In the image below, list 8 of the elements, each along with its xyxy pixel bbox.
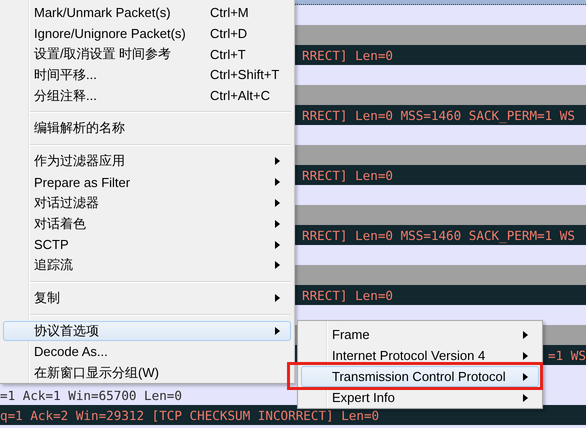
packet-info-text: RRECT] Len=0 MSS=1460 SACK_PERM=1 WS [302, 108, 575, 122]
packet-info-text: RRECT] Len=0 [302, 168, 393, 182]
packet-info-text: RRECT] Len=0 [302, 288, 393, 302]
packet-info-text: =1 WS [548, 348, 586, 362]
packet-info-text: RRECT] Len=0 MSS=1460 SACK_PERM=1 WS [302, 228, 575, 242]
packet-info-text: =1 Ack=1 Win=65700 Len=0 [0, 388, 182, 402]
packet-info-text: q=1 Ack=2 Win=29312 [TCP CHECKSUM INCORRECT] Len=0 [0, 408, 380, 422]
packet-info-text: RRECT] Len=0 [302, 48, 393, 62]
